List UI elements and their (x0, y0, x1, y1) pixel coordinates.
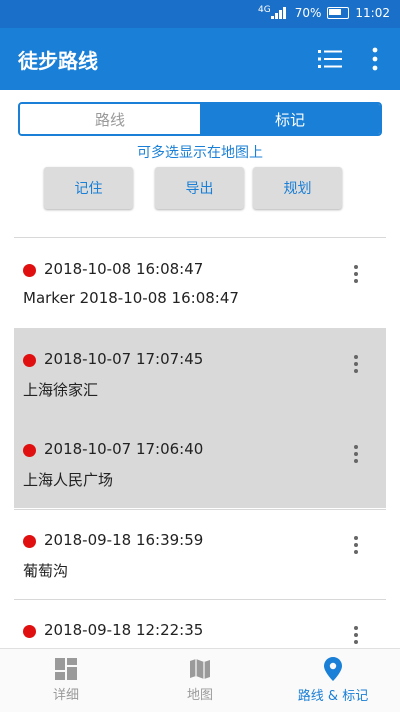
marker-time: 2018-09-18 12:22:35 (44, 621, 204, 639)
marker-dot-icon (23, 535, 36, 548)
remember-button[interactable]: 记住 (44, 167, 133, 209)
nav-routes-markers[interactable]: 路线 & 标记 (280, 649, 386, 712)
map-icon (190, 659, 210, 679)
marker-time: 2018-10-07 17:06:40 (44, 440, 204, 458)
tab-routes[interactable]: 路线 (20, 104, 200, 134)
network-type: 4G (258, 5, 271, 15)
marker-name: Marker 2018-10-08 16:08:47 (23, 289, 239, 307)
nav-details-label: 详细 (52, 688, 79, 703)
marker-name: 葡萄沟 (23, 562, 69, 580)
list-item[interactable]: 2018-09-18 12:22:35 (14, 599, 386, 648)
marker-name: 上海徐家汇 (23, 381, 99, 399)
marker-name: 上海人民广场 (23, 471, 114, 489)
tab-markers[interactable]: 标记 (200, 104, 380, 134)
clock: 11:02 (355, 6, 390, 20)
nav-map-label: 地图 (186, 688, 213, 703)
marker-dot-icon (23, 444, 36, 457)
bottom-navigation: 详细 地图 路线 & 标记 (0, 648, 400, 712)
segment-control: 路线 标记 (18, 102, 382, 136)
app-title: 徒步路线 (18, 49, 98, 73)
plan-button[interactable]: 规划 (253, 167, 342, 209)
export-button[interactable]: 导出 (155, 167, 244, 209)
list-icon[interactable] (318, 48, 342, 70)
marker-dot-icon (23, 354, 36, 367)
dashboard-icon (55, 658, 77, 680)
nav-details[interactable]: 详细 (20, 649, 112, 712)
more-vert-icon[interactable] (350, 354, 362, 374)
more-vert-icon[interactable] (366, 46, 384, 72)
more-vert-icon[interactable] (350, 444, 362, 464)
marker-time: 2018-10-08 16:08:47 (44, 260, 204, 278)
signal-icon (270, 7, 289, 19)
nav-map[interactable]: 地图 (154, 649, 246, 712)
list-item[interactable]: 2018-10-07 17:07:45 上海徐家汇 (14, 328, 386, 418)
marker-time: 2018-10-07 17:07:45 (44, 350, 204, 368)
battery-icon (327, 7, 350, 19)
list-item[interactable]: 2018-10-08 16:08:47 Marker 2018-10-08 16… (14, 238, 386, 328)
location-pin-icon (324, 657, 342, 681)
status-bar: 4G 70% 11:02 (0, 0, 400, 28)
nav-routes-markers-label: 路线 & 标记 (297, 689, 369, 704)
battery-percent: 70% (294, 6, 322, 20)
marker-dot-icon (23, 264, 36, 277)
more-vert-icon[interactable] (350, 625, 362, 645)
list-item[interactable]: 2018-10-07 17:06:40 上海人民广场 (14, 418, 386, 508)
more-vert-icon[interactable] (350, 264, 362, 284)
marker-dot-icon (23, 625, 36, 638)
marker-time: 2018-09-18 16:39:59 (44, 531, 204, 549)
list-item[interactable]: 2018-09-18 16:39:59 葡萄沟 (14, 509, 386, 599)
app-bar: 徒步路线 (0, 28, 400, 90)
more-vert-icon[interactable] (350, 535, 362, 555)
multi-select-hint: 可多选显示在地图上 (137, 145, 263, 161)
